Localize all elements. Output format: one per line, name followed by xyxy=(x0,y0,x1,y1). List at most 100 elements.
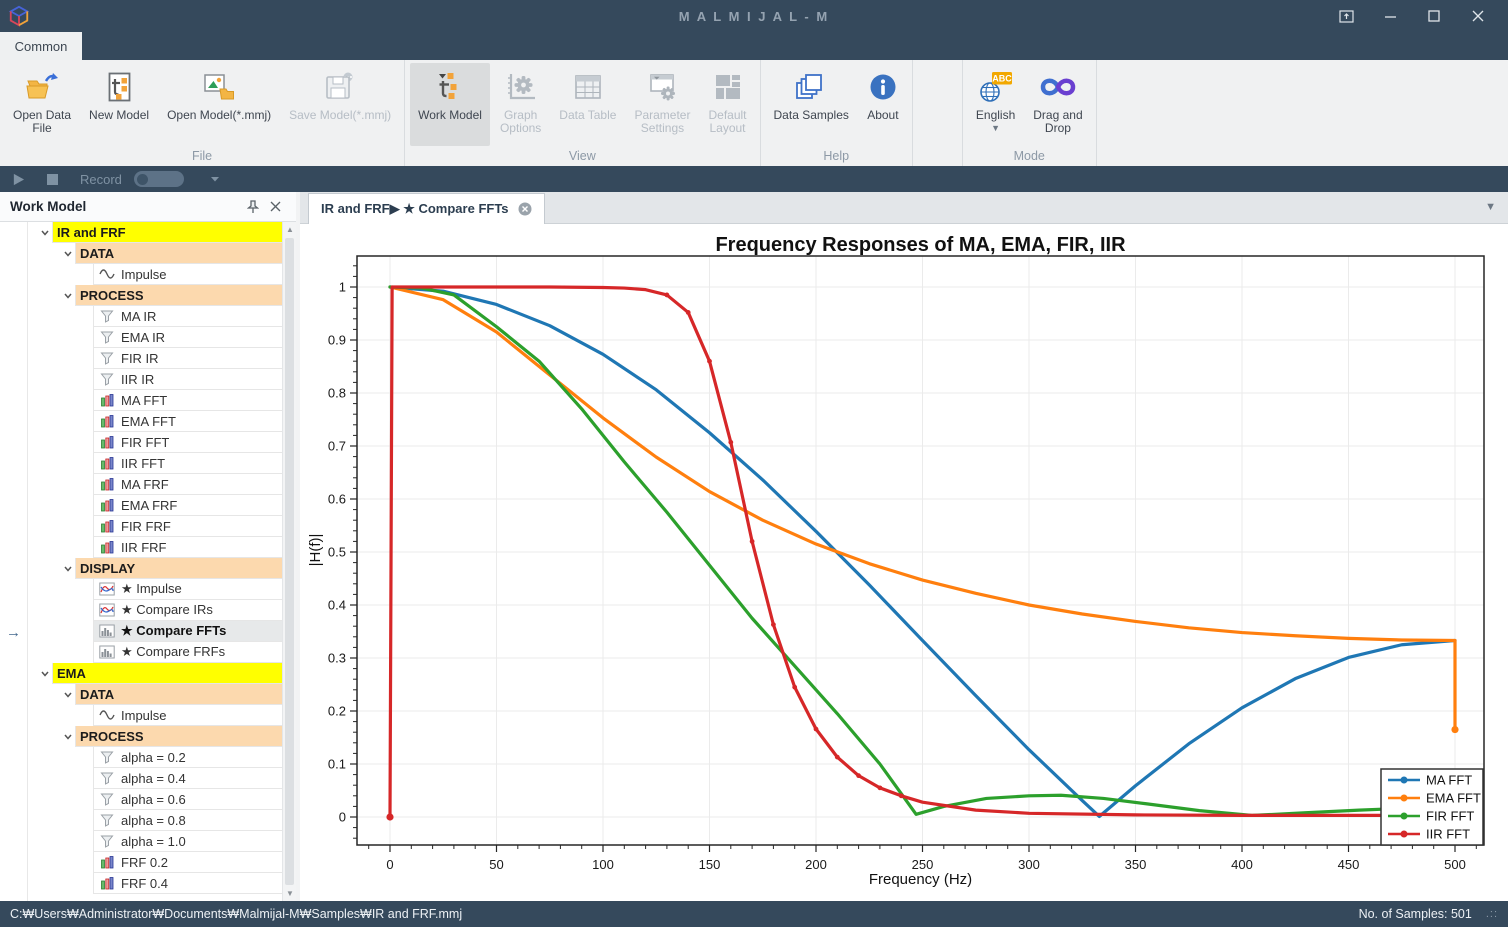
panel-close-icon[interactable] xyxy=(264,201,286,212)
tree-item-ma-frf[interactable]: MA FRF xyxy=(28,474,282,495)
tree-section-ema[interactable]: EMA xyxy=(28,663,282,684)
legend-label-iir-fft: IIR FFT xyxy=(1426,827,1470,842)
tree-section-process[interactable]: PROCESS xyxy=(28,285,282,306)
tree-item-ma-ir[interactable]: MA IR xyxy=(28,306,282,327)
about-button[interactable]: About xyxy=(859,63,907,146)
tree-item-label: MA FRF xyxy=(121,477,169,492)
bars-icon xyxy=(98,456,116,470)
tree-row-content: alpha = 0.8 xyxy=(93,810,282,831)
tree-item-alpha-0-6[interactable]: alpha = 0.6 xyxy=(28,789,282,810)
tree-item-label: FIR FFT xyxy=(121,435,169,450)
collapse-chevron-icon[interactable] xyxy=(38,663,52,684)
funnel-icon xyxy=(98,351,116,365)
english-button[interactable]: ABCEnglish▼ xyxy=(968,63,1023,146)
tree-item-ema-frf[interactable]: EMA FRF xyxy=(28,495,282,516)
tree-item-compare-ffts[interactable]: ★ Compare FFTs xyxy=(28,621,282,642)
play-icon[interactable] xyxy=(12,173,25,186)
stop-icon[interactable] xyxy=(47,174,58,185)
tab-close-icon[interactable] xyxy=(518,202,532,216)
tree-item-label: Impulse xyxy=(121,267,167,282)
x-tick-label: 350 xyxy=(1125,857,1147,872)
data-samples-button[interactable]: Data Samples xyxy=(766,63,857,146)
work-model-panel-header: Work Model xyxy=(0,192,296,222)
tree-item-fir-fft[interactable]: FIR FFT xyxy=(28,432,282,453)
tree-item-impulse[interactable]: ★ Impulse xyxy=(28,579,282,600)
tree-item-frf-0-4[interactable]: FRF 0.4 xyxy=(28,873,282,894)
record-dropdown-icon[interactable] xyxy=(210,175,220,183)
tree-row-content: Impulse xyxy=(93,705,282,726)
tree-item-impulse[interactable]: Impulse xyxy=(28,264,282,285)
tree-row-content: DATA xyxy=(75,243,282,264)
tree-item-compare-frfs[interactable]: ★ Compare FRFs xyxy=(28,642,282,663)
tree-item-ema-ir[interactable]: EMA IR xyxy=(28,327,282,348)
tree-item-iir-frf[interactable]: IIR FRF xyxy=(28,537,282,558)
collapse-chevron-icon[interactable] xyxy=(61,285,75,306)
y-tick-label: 0.8 xyxy=(328,386,346,401)
point-marker xyxy=(1451,726,1458,733)
tree-scrollbar[interactable]: ▲ ▼ xyxy=(282,222,296,901)
document-tab[interactable]: IR and FRF▶ ★ Compare FFTs xyxy=(308,193,545,224)
data-table-icon xyxy=(572,68,604,106)
scroll-down-icon[interactable]: ▼ xyxy=(283,886,296,901)
tree-row-content: ★ Compare IRs xyxy=(93,600,282,621)
scrollbar-thumb[interactable] xyxy=(285,238,294,885)
bars-icon xyxy=(98,519,116,533)
collapse-chevron-icon[interactable] xyxy=(61,243,75,264)
resize-grip-icon[interactable]: .:: xyxy=(1486,908,1498,920)
minimize-button[interactable] xyxy=(1368,0,1412,32)
scroll-up-icon[interactable]: ▲ xyxy=(283,222,296,237)
tree-section-data[interactable]: DATA xyxy=(28,684,282,705)
tree-section-ir-and-frf[interactable]: IR and FRF xyxy=(28,222,282,243)
tree-item-label: EMA FFT xyxy=(121,414,176,429)
tree-gutter: → xyxy=(0,222,28,901)
expand-button[interactable] xyxy=(1324,0,1368,32)
tree-item-alpha-1-0[interactable]: alpha = 1.0 xyxy=(28,831,282,852)
tree-item-fir-ir[interactable]: FIR IR xyxy=(28,348,282,369)
tree-row-content: EMA IR xyxy=(93,327,282,348)
tree-item-iir-fft[interactable]: IIR FFT xyxy=(28,453,282,474)
record-bar: Record xyxy=(0,166,1508,192)
tree-item-alpha-0-4[interactable]: alpha = 0.4 xyxy=(28,768,282,789)
x-tick-label: 500 xyxy=(1444,857,1466,872)
data-samples-icon xyxy=(793,68,829,106)
ribbon-button-label: Save Model(*.mmj) xyxy=(289,109,391,122)
collapse-chevron-icon[interactable] xyxy=(61,558,75,579)
tree-item-label: FRF 0.4 xyxy=(121,876,168,891)
tree-row-content: MA IR xyxy=(93,306,282,327)
open-data-file-button[interactable]: Open Data File xyxy=(5,63,79,146)
tree-item-alpha-0-8[interactable]: alpha = 0.8 xyxy=(28,810,282,831)
tree-row-content: IIR FFT xyxy=(93,453,282,474)
close-button[interactable] xyxy=(1456,0,1500,32)
ribbon-button-label: Data Table xyxy=(559,109,616,122)
new-model-button[interactable]: New Model xyxy=(81,63,157,146)
tree-item-ema-fft[interactable]: EMA FFT xyxy=(28,411,282,432)
tree-item-frf-0-2[interactable]: FRF 0.2 xyxy=(28,852,282,873)
work-model-button[interactable]: Work Model xyxy=(410,63,490,146)
tree-item-ma-fft[interactable]: MA FFT xyxy=(28,390,282,411)
tab-common[interactable]: Common xyxy=(0,32,82,60)
tree-item-compare-irs[interactable]: ★ Compare IRs xyxy=(28,600,282,621)
pin-icon[interactable] xyxy=(242,200,264,214)
x-tick-label: 300 xyxy=(1018,857,1040,872)
record-toggle[interactable] xyxy=(134,171,184,187)
ribbon-button-label: Data Samples xyxy=(774,109,849,122)
maximize-button[interactable] xyxy=(1412,0,1456,32)
tree-item-fir-frf[interactable]: FIR FRF xyxy=(28,516,282,537)
tree-item-impulse[interactable]: Impulse xyxy=(28,705,282,726)
tab-list-dropdown-icon[interactable]: ▼ xyxy=(1485,201,1496,213)
drag-and-drop-button[interactable]: Drag and Drop xyxy=(1025,63,1090,146)
collapse-chevron-icon[interactable] xyxy=(61,684,75,705)
tree-item-alpha-0-2[interactable]: alpha = 0.2 xyxy=(28,747,282,768)
open-model-mmj-button[interactable]: Open Model(*.mmj) xyxy=(159,63,279,146)
ribbon-tab-row: Common xyxy=(0,32,1508,60)
collapse-chevron-icon[interactable] xyxy=(38,222,52,243)
tree-item-label: ★ Compare FFTs xyxy=(121,623,226,639)
tree-item-iir-ir[interactable]: IIR IR xyxy=(28,369,282,390)
tree-section-display[interactable]: DISPLAY xyxy=(28,558,282,579)
collapse-chevron-icon[interactable] xyxy=(61,726,75,747)
bars-icon xyxy=(98,414,116,428)
save-model-icon xyxy=(322,68,358,106)
tree-section-process[interactable]: PROCESS xyxy=(28,726,282,747)
tree-section-data[interactable]: DATA xyxy=(28,243,282,264)
svg-text:ABC: ABC xyxy=(992,74,1012,84)
